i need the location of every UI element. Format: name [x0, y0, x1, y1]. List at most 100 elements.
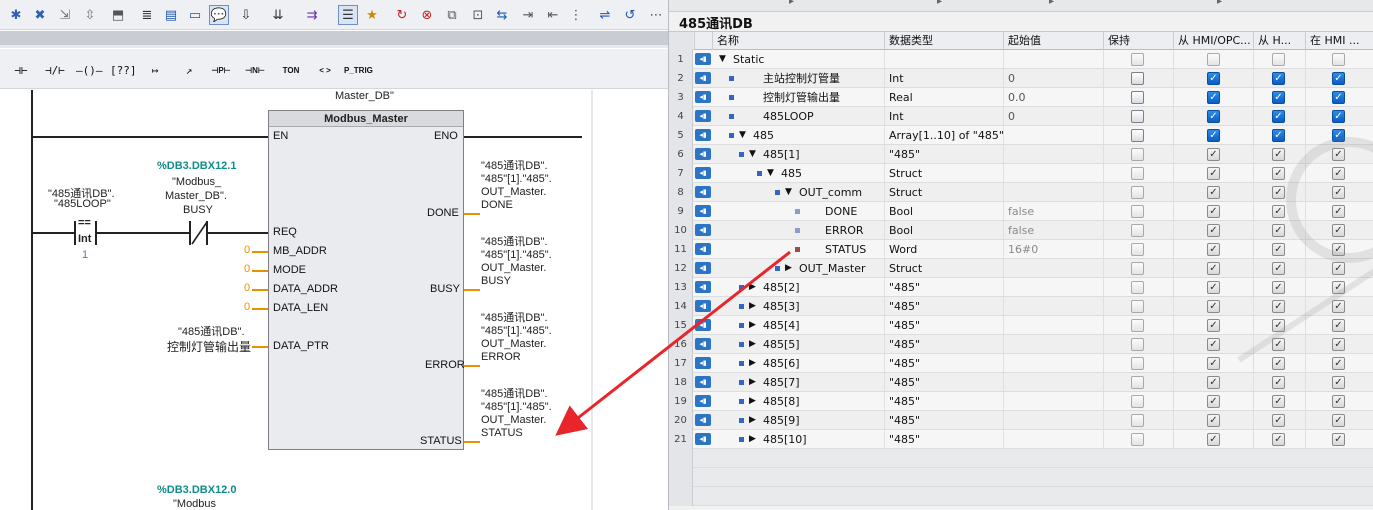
member-name[interactable]: 485LOOP [763, 107, 884, 126]
expand-arrow-icon[interactable]: ▶ [749, 392, 756, 411]
row-number[interactable]: 6 [669, 145, 693, 164]
n-contact-icon[interactable]: ⊣N⊢ [242, 58, 268, 82]
retain-checkbox[interactable] [1131, 91, 1144, 104]
member-datatype[interactable]: Bool [884, 202, 1003, 221]
member-datatype[interactable]: Int [884, 69, 1003, 88]
row-number[interactable]: 3 [669, 88, 693, 107]
member-start-value[interactable] [1003, 297, 1103, 316]
retain-checkbox[interactable] [1131, 357, 1144, 370]
watch-icon[interactable]: ⊡ [468, 5, 488, 25]
hmi-writable-checkbox[interactable]: ✓ [1272, 224, 1285, 237]
member-name[interactable]: 485 [753, 126, 884, 145]
hmi-opc-access-checkbox[interactable]: ✓ [1207, 376, 1220, 389]
member-name[interactable]: 485[3] [763, 297, 884, 316]
hmi-opc-access-checkbox[interactable]: ✓ [1207, 243, 1220, 256]
member-start-value[interactable]: 0 [1003, 107, 1103, 126]
retain-checkbox[interactable] [1131, 167, 1144, 180]
db-row[interactable]: 12 ◂▮ ▶ OUT_Master Struct ✓ ✓ ✓ [669, 259, 1373, 278]
done-operand[interactable]: "485通讯DB". "485"[1]."485". OUT_Master. D… [481, 160, 552, 212]
modbus-master-block[interactable]: Modbus_Master [268, 110, 464, 450]
hmi-visible-checkbox[interactable]: ✓ [1332, 376, 1345, 389]
col-hmi-visible[interactable]: 在 HMI ... [1305, 32, 1373, 50]
retain-checkbox[interactable] [1131, 186, 1144, 199]
member-name[interactable]: ERROR [825, 221, 884, 240]
retain-checkbox[interactable] [1131, 395, 1144, 408]
db-row[interactable]: 19 ◂▮ ▶ 485[8] "485" ✓ ✓ ✓ [669, 392, 1373, 411]
db-row[interactable]: 17 ◂▮ ▶ 485[6] "485" ✓ ✓ ✓ [669, 354, 1373, 373]
member-name[interactable]: 485[2] [763, 278, 884, 297]
member-name[interactable]: Static [733, 50, 884, 69]
hmi-writable-checkbox[interactable]: ✓ [1272, 281, 1285, 294]
retain-checkbox[interactable] [1131, 72, 1144, 85]
row-number[interactable]: 7 [669, 164, 693, 183]
db-row[interactable]: 5 ◂▮ ▼ 485 Array[1..10] of "485" ✓ ✓ ✓ [669, 126, 1373, 145]
hmi-opc-access-checkbox[interactable]: ✓ [1207, 338, 1220, 351]
hmi-writable-checkbox[interactable]: ✓ [1272, 243, 1285, 256]
pin-data-len[interactable]: DATA_LEN [273, 302, 328, 314]
set-icon[interactable]: ↻ [392, 5, 412, 25]
db-row[interactable]: 9 ◂▮ DONE Bool false ✓ ✓ ✓ [669, 202, 1373, 221]
hmi-writable-checkbox[interactable]: ✓ [1272, 129, 1285, 142]
db-row[interactable]: 13 ◂▮ ▶ 485[2] "485" ✓ ✓ ✓ [669, 278, 1373, 297]
status-operand[interactable]: "485通讯DB". "485"[1]."485". OUT_Master. S… [481, 388, 552, 440]
cmp-value[interactable]: 1 [82, 249, 88, 261]
compare-icon[interactable]: < > [312, 58, 338, 82]
pin-eno[interactable]: ENO [434, 130, 458, 142]
hmi-opc-access-checkbox[interactable]: ✓ [1207, 281, 1220, 294]
member-datatype[interactable]: "485" [884, 430, 1003, 449]
member-datatype[interactable]: Array[1..10] of "485" [884, 126, 1003, 145]
hmi-visible-checkbox[interactable]: ✓ [1332, 243, 1345, 256]
expand-arrow-icon[interactable]: ▶ [749, 373, 756, 392]
no-contact-icon[interactable]: ⊣⊢ [8, 58, 34, 82]
member-datatype[interactable]: "485" [884, 278, 1003, 297]
db-row[interactable]: 20 ◂▮ ▶ 485[9] "485" ✓ ✓ ✓ [669, 411, 1373, 430]
insert-network-icon[interactable]: ✱ [6, 5, 26, 25]
collapse-arrow-icon[interactable]: ▼ [767, 164, 774, 183]
member-start-value[interactable] [1003, 183, 1103, 202]
hmi-opc-access-checkbox[interactable]: ✓ [1207, 262, 1220, 275]
collapse-arrow-icon[interactable]: ▼ [749, 145, 756, 164]
outdent-icon[interactable]: ⇤ [543, 5, 563, 25]
row-number[interactable]: 2 [669, 69, 693, 88]
member-datatype[interactable]: "485" [884, 316, 1003, 335]
hmi-writable-checkbox[interactable]: ✓ [1272, 319, 1285, 332]
member-start-value[interactable] [1003, 164, 1103, 183]
hmi-opc-access-checkbox[interactable]: ✓ [1207, 224, 1220, 237]
collapse-arrow-icon[interactable]: ▼ [785, 183, 792, 202]
member-start-value[interactable] [1003, 392, 1103, 411]
hmi-opc-access-checkbox[interactable]: ✓ [1207, 414, 1220, 427]
hmi-opc-access-checkbox[interactable]: ✓ [1207, 91, 1220, 104]
member-start-value[interactable]: 0 [1003, 69, 1103, 88]
member-datatype[interactable]: Struct [884, 164, 1003, 183]
retain-checkbox[interactable] [1131, 319, 1144, 332]
pin-en[interactable]: EN [273, 130, 288, 142]
hmi-writable-checkbox[interactable]: ✓ [1272, 148, 1285, 161]
retain-checkbox[interactable] [1131, 414, 1144, 427]
hmi-writable-checkbox[interactable]: ✓ [1272, 433, 1285, 446]
hmi-opc-access-checkbox[interactable]: ✓ [1207, 395, 1220, 408]
member-name[interactable]: 485[6] [763, 354, 884, 373]
hmi-opc-access-checkbox[interactable]: ✓ [1207, 110, 1220, 123]
p-contact-icon[interactable]: ⊣P⊢ [208, 58, 234, 82]
col-hmi-opc-access[interactable]: 从 HMI/OPC... [1173, 32, 1253, 50]
retain-checkbox[interactable] [1131, 148, 1144, 161]
member-start-value[interactable] [1003, 354, 1103, 373]
row-number[interactable]: 12 [669, 259, 693, 278]
member-name[interactable]: 485[8] [763, 392, 884, 411]
db-row[interactable]: 21 ◂▮ ▶ 485[10] "485" ✓ ✓ ✓ [669, 430, 1373, 449]
member-datatype[interactable]: "485" [884, 145, 1003, 164]
hmi-visible-checkbox[interactable]: ✓ [1332, 91, 1345, 104]
hmi-visible-checkbox[interactable]: ✓ [1332, 72, 1345, 85]
hmi-writable-checkbox[interactable]: ✓ [1272, 414, 1285, 427]
data-ptr-operand-line2[interactable]: 控制灯管输出量 [167, 338, 251, 355]
hmi-writable-checkbox[interactable] [1272, 53, 1285, 66]
retain-checkbox[interactable] [1131, 433, 1144, 446]
pin-status[interactable]: STATUS [420, 435, 462, 447]
append-row-icon[interactable]: ⇳ [80, 5, 100, 25]
retain-checkbox[interactable] [1131, 376, 1144, 389]
expand-arrow-icon[interactable]: ▶ [749, 430, 756, 449]
member-name[interactable]: 485[10] [763, 430, 884, 449]
hmi-visible-checkbox[interactable]: ✓ [1332, 338, 1345, 351]
hmi-opc-access-checkbox[interactable]: ✓ [1207, 167, 1220, 180]
p-trig-icon[interactable]: P_TRIG [344, 58, 373, 82]
